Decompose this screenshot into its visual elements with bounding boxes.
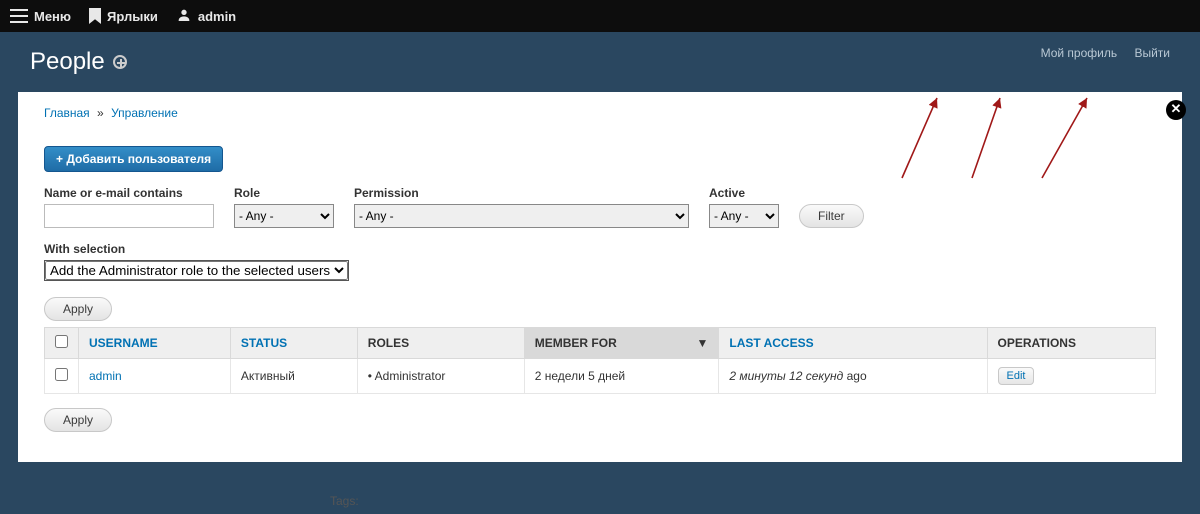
filter-role-label: Role xyxy=(234,186,334,200)
sort-desc-icon: ▼ xyxy=(696,336,708,350)
filter-role-select[interactable]: - Any - xyxy=(234,204,334,228)
row-last-access: 2 минуты 12 секунд ago xyxy=(719,359,987,394)
bookmark-icon xyxy=(89,8,101,24)
menu-toggle[interactable]: Меню xyxy=(10,9,71,24)
select-all-checkbox[interactable] xyxy=(55,335,68,348)
add-user-button[interactable]: + Добавить пользователя xyxy=(44,146,223,172)
with-selection-label: With selection xyxy=(44,242,1156,256)
filter-permission-select[interactable]: - Any - xyxy=(354,204,689,228)
filter-name-label: Name or e-mail contains xyxy=(44,186,214,200)
admin-toolbar: Меню Ярлыки admin xyxy=(0,0,1200,32)
th-checkbox xyxy=(45,328,79,359)
breadcrumb: Главная » Управление xyxy=(44,106,1156,120)
current-user: admin xyxy=(198,9,236,24)
header-user-links: Мой профиль Выйти xyxy=(1027,46,1170,60)
row-member-for: 2 недели 5 дней xyxy=(524,359,719,394)
table-row: admin Активный • Administrator 2 недели … xyxy=(45,359,1156,394)
with-selection-select[interactable]: Add the Administrator role to the select… xyxy=(45,261,348,280)
th-roles[interactable]: ROLES xyxy=(357,328,524,359)
apply-button-top[interactable]: Apply xyxy=(44,297,112,321)
row-roles: • Administrator xyxy=(357,359,524,394)
th-status[interactable]: STATUS xyxy=(230,328,357,359)
overlay-panel: ✕ Главная » Управление + Добавить пользо… xyxy=(18,92,1182,462)
th-member-for[interactable]: MEMBER FOR▼ xyxy=(524,328,719,359)
filter-active-select[interactable]: - Any - xyxy=(709,204,779,228)
add-shortcut-icon[interactable] xyxy=(113,55,127,69)
filters-row: Name or e-mail contains Role - Any - Per… xyxy=(44,186,1156,228)
shortcuts-toggle[interactable]: Ярлыки xyxy=(89,8,158,24)
filter-permission-label: Permission xyxy=(354,186,689,200)
filter-active-label: Active xyxy=(709,186,779,200)
filter-button[interactable]: Filter xyxy=(799,204,864,228)
bg-tags-label: Tags: xyxy=(330,494,359,508)
shortcuts-label: Ярлыки xyxy=(107,9,158,24)
th-last-access[interactable]: LAST ACCESS xyxy=(719,328,987,359)
apply-button-bottom[interactable]: Apply xyxy=(44,408,112,432)
filter-name-input[interactable] xyxy=(44,204,214,228)
logout-link[interactable]: Выйти xyxy=(1134,46,1170,60)
edit-button[interactable]: Edit xyxy=(998,367,1035,385)
user-icon xyxy=(176,7,192,26)
row-checkbox[interactable] xyxy=(55,368,68,381)
hamburger-icon xyxy=(10,9,28,23)
row-status: Активный xyxy=(230,359,357,394)
breadcrumb-home[interactable]: Главная xyxy=(44,106,90,120)
row-username[interactable]: admin xyxy=(89,369,122,383)
page-title: People xyxy=(30,48,1170,76)
th-operations: OPERATIONS xyxy=(987,328,1156,359)
users-table: USERNAME STATUS ROLES MEMBER FOR▼ LAST A… xyxy=(44,327,1156,394)
close-icon[interactable]: ✕ xyxy=(1166,100,1186,120)
menu-label: Меню xyxy=(34,9,71,24)
page-header: Мой профиль Выйти People drupal8 СПИСОК … xyxy=(0,32,1200,76)
th-username[interactable]: USERNAME xyxy=(79,328,231,359)
user-menu[interactable]: admin xyxy=(176,7,236,26)
profile-link[interactable]: Мой профиль xyxy=(1041,46,1118,60)
breadcrumb-admin[interactable]: Управление xyxy=(111,106,178,120)
